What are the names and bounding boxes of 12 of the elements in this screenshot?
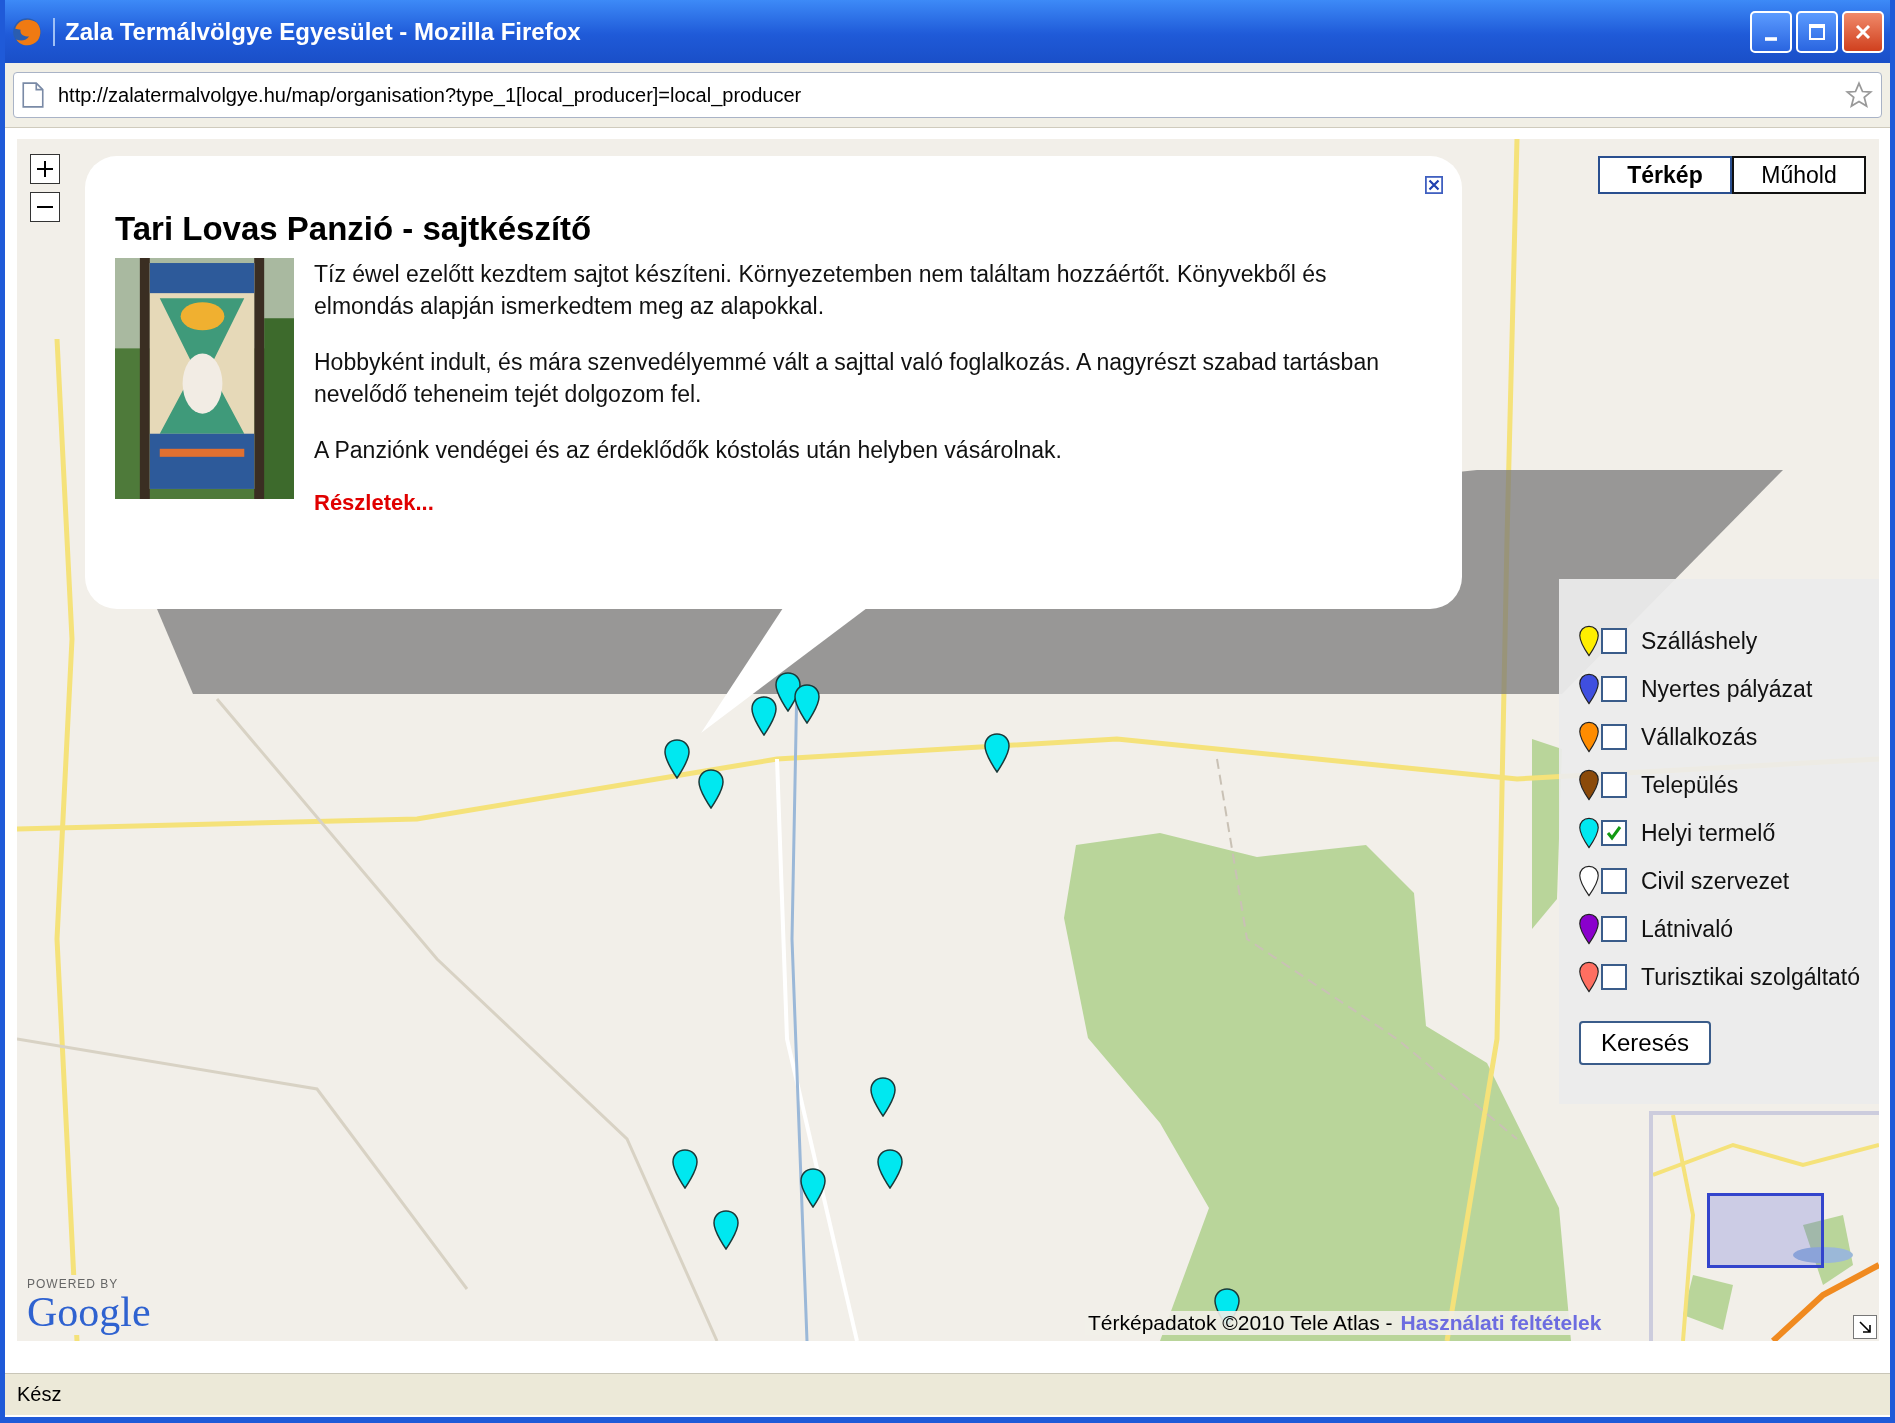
browser-logo-icon: [11, 15, 43, 48]
star-icon[interactable]: [1845, 81, 1873, 109]
minimize-button[interactable]: [1750, 10, 1792, 53]
minimize-icon: [1765, 36, 1777, 41]
address-field[interactable]: http://zalatermalvolgye.hu/map/organisation?type_1[local_producer]=local_producer: [13, 72, 1882, 118]
window-title: Zala Termálvölgye Egyesület - Mozilla Firefox: [65, 17, 582, 46]
page-icon: [22, 82, 44, 108]
status-text: Kész: [17, 1383, 62, 1406]
maximize-button[interactable]: [1796, 10, 1838, 53]
url-text: http://zalatermalvolgye.hu/map/organisation?type_1[local_producer]=local_producer: [58, 83, 803, 107]
close-button[interactable]: [1842, 10, 1884, 53]
maximize-icon: [1807, 21, 1827, 42]
